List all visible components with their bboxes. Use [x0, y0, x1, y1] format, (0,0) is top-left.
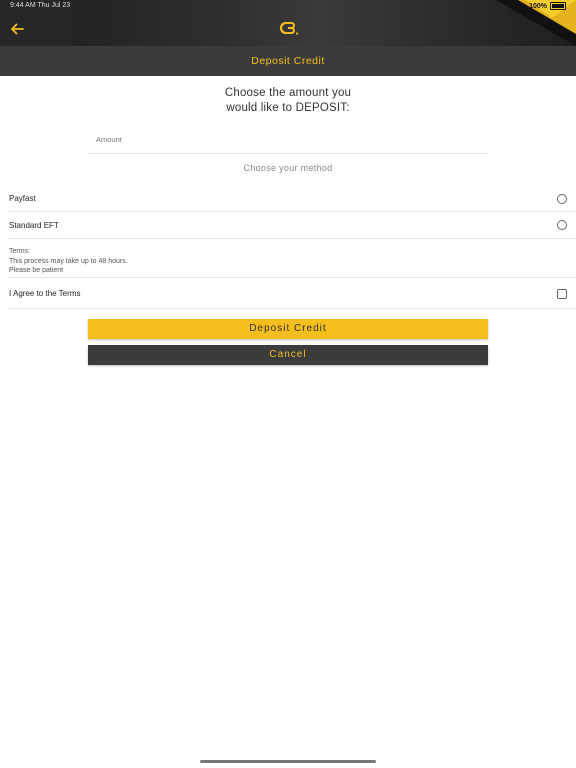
method-label: Choose your method — [243, 163, 333, 173]
page-title: Deposit Credit — [0, 46, 576, 76]
method-label-payfast: Payfast — [9, 194, 36, 203]
battery-percent: 100% — [529, 2, 547, 10]
agree-terms-checkbox[interactable] — [557, 288, 567, 299]
radio-button-standard-eft[interactable] — [557, 220, 567, 230]
terms-line-2: Please be patient — [9, 267, 64, 274]
prompt-line-2: would like to DEPOSIT: — [226, 102, 350, 114]
method-label-standard-eft: Standard EFT — [9, 220, 59, 230]
method-option-standard-eft[interactable]: Standard EFT — [9, 212, 576, 239]
agree-terms-row[interactable]: I Agree to the Terms — [9, 279, 576, 309]
wifi-icon — [517, 2, 527, 10]
status-bar: 9:44 AM Thu Jul 23 100% — [0, 0, 576, 14]
terms-heading: Terms: — [9, 248, 30, 255]
app-header: 9:44 AM Thu Jul 23 100% — [0, 0, 576, 46]
prompt-line-1: Choose the amount you — [224, 87, 352, 99]
arrow-left-icon[interactable] — [8, 20, 26, 38]
cancel-button[interactable]: Cancel — [88, 345, 488, 365]
status-indicators: 100% — [517, 2, 566, 10]
agree-terms-label: I Agree to the Terms — [9, 289, 81, 298]
terms-text: Terms: This process may take up to 48 ho… — [9, 247, 576, 278]
radio-button-payfast[interactable] — [557, 193, 567, 204]
terms-line-1: This process may take up to 48 hours. — [9, 257, 128, 265]
amount-field-container — [88, 128, 488, 154]
battery-icon — [550, 2, 566, 10]
deposit-prompt: Choose the amount you would like to DEPO… — [0, 86, 576, 116]
home-indicator[interactable] — [200, 760, 376, 763]
status-time: 9:44 AM Thu Jul 23 — [10, 2, 71, 9]
brand-logo-icon — [279, 21, 299, 35]
method-option-payfast[interactable]: Payfast — [9, 186, 576, 212]
deposit-credit-button[interactable]: Deposit Credit — [88, 319, 488, 339]
amount-input[interactable] — [88, 128, 488, 150]
